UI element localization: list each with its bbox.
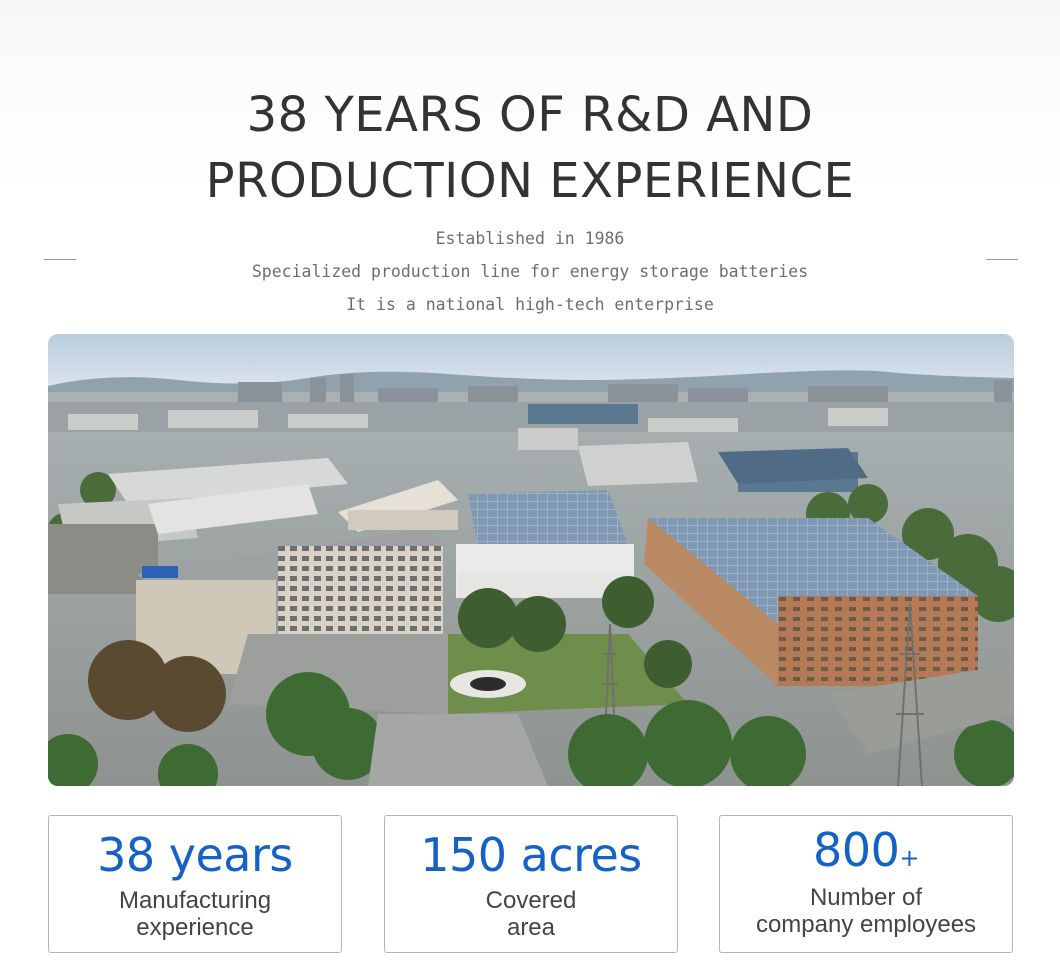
page-title-line-1: 38 YEARS OF R&D AND — [246, 87, 814, 143]
stat-value: 800+ — [813, 823, 919, 877]
stat-card-area: 150 acres Covered area — [384, 815, 678, 953]
stat-card-employees: 800+ Number of company employees — [719, 815, 1013, 953]
stat-value: 150 acres — [420, 828, 642, 882]
established-text: Established in 1986 — [435, 229, 625, 248]
stat-value: 38 years — [97, 828, 293, 882]
factory-aerial-photo — [48, 334, 1014, 786]
stat-label: Covered area — [485, 887, 577, 941]
stat-label: Manufacturing experience — [118, 887, 272, 941]
page-title-line-2: PRODUCTION EXPERIENCE — [205, 153, 855, 209]
stat-label: Number of company employees — [755, 884, 977, 938]
stat-card-experience: 38 years Manufacturing experience — [48, 815, 342, 953]
production-line-text: Specialized production line for energy s… — [251, 262, 809, 281]
enterprise-text: It is a national high-tech enterprise — [346, 295, 714, 314]
